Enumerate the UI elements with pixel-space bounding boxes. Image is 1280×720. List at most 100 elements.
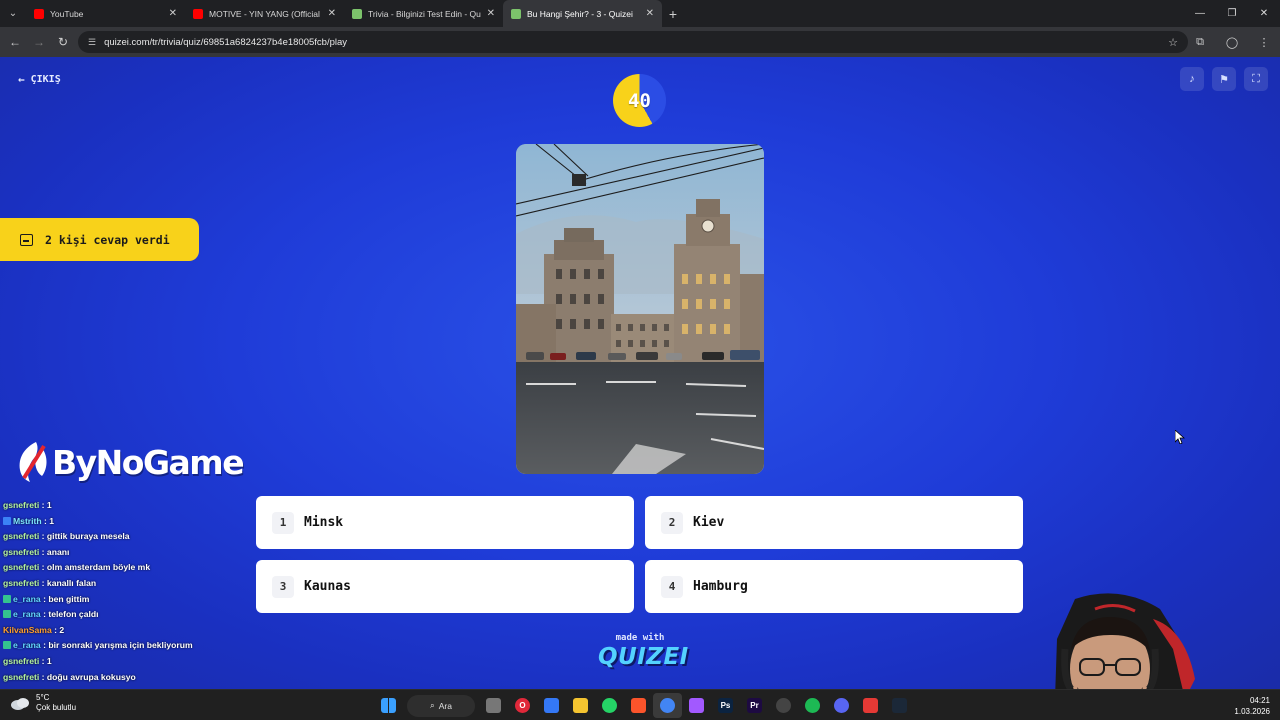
answer-option-2[interactable]: 2 Kiev <box>645 496 1023 549</box>
close-tab-icon[interactable]: ✕ <box>646 8 654 19</box>
chrome-icon-glyph <box>660 698 675 713</box>
inbox-icon <box>20 233 33 246</box>
url-bar[interactable]: ☰ quizei.com/tr/trivia/quiz/69851a682423… <box>78 31 1188 53</box>
chat-text: : bir sonraki yarışma için bekliyorum <box>40 640 193 651</box>
weather-widget[interactable]: 5°C Çok bulutlu <box>10 693 76 713</box>
answer-number: 4 <box>661 575 683 598</box>
chat-message: gsnefreti : kanallı falan <box>3 576 243 592</box>
chat-badge-icon <box>3 516 11 525</box>
tab-motive[interactable]: MOTIVE - YIN YANG (Official M ✕ <box>185 0 344 27</box>
bolt-icon[interactable] <box>856 693 885 718</box>
extensions-icon[interactable]: ⧉ <box>1184 27 1216 57</box>
fullscreen-icon[interactable]: ⛶ <box>1244 67 1268 91</box>
opera-icon[interactable]: O <box>508 693 537 718</box>
reload-icon[interactable]: ↻ <box>51 27 75 57</box>
chat-message: gsnefreti : gittik buraya mesela <box>3 529 243 545</box>
folder-icon-glyph <box>573 698 588 713</box>
file-manager-icon-glyph <box>486 698 501 713</box>
chat-username: gsnefreti <box>3 531 40 542</box>
bookmark-star-icon[interactable]: ☆ <box>1168 36 1178 49</box>
chat-message: gsnefreti : olm amsterdam böyle mk <box>3 560 243 576</box>
restore-icon[interactable]: ❐ <box>1216 0 1248 27</box>
windows-start-icon[interactable] <box>374 693 403 718</box>
flag-icon[interactable]: ⚑ <box>1212 67 1236 91</box>
tab-youtube[interactable]: YouTube ✕ <box>26 0 185 27</box>
whatsapp-icon-glyph <box>602 698 617 713</box>
site-info-icon[interactable]: ☰ <box>88 37 96 48</box>
spotify-icon[interactable] <box>798 693 827 718</box>
exit-button[interactable]: ← ÇIKIŞ <box>18 73 61 86</box>
minimize-icon[interactable]: — <box>1184 0 1216 27</box>
close-window-icon[interactable]: ✕ <box>1248 0 1280 27</box>
tab-title: Trivia - Bilginizi Test Edin - Qui <box>368 8 481 19</box>
tab-quiz-active[interactable]: Bu Hangi Şehir? - 3 - Quizei ✕ <box>503 0 662 27</box>
arrow-left-icon: ← <box>18 73 25 86</box>
close-tab-icon[interactable]: ✕ <box>169 8 177 19</box>
profile-icon[interactable]: ◯ <box>1216 27 1248 57</box>
url-text: quizei.com/tr/trivia/quiz/69851a6824237b… <box>104 36 348 48</box>
whatsapp-icon[interactable] <box>595 693 624 718</box>
toolbar-buttons: ⧉ ◯ ⋮ <box>1184 27 1280 57</box>
chat-username: gsnefreti <box>3 577 40 588</box>
answer-number: 1 <box>272 511 294 534</box>
cloud-icon <box>11 698 29 710</box>
tab-search-icon[interactable]: ⌄ <box>0 0 26 27</box>
obs-icon-glyph <box>776 698 791 713</box>
chat-message: gsnefreti : 1 <box>3 654 243 670</box>
chat-username: e_rana <box>13 609 41 620</box>
obs-icon[interactable] <box>769 693 798 718</box>
system-clock[interactable]: 04:21 1.03.2026 <box>1234 695 1270 717</box>
photoshop-icon[interactable]: Ps <box>711 693 740 718</box>
tab-trivia[interactable]: Trivia - Bilginizi Test Edin - Qui ✕ <box>344 0 503 27</box>
chat-text: : gittik buraya mesela <box>39 531 130 542</box>
quiz-tools: ♪ ⚑ ⛶ <box>1180 67 1268 91</box>
browser-tab-bar: ⌄ YouTube ✕ MOTIVE - YIN YANG (Official … <box>0 0 1280 27</box>
made-with-quizei[interactable]: made with QUIZEI <box>598 633 688 670</box>
countdown-timer: 40 <box>613 74 666 127</box>
premiere-icon-glyph: Pr <box>747 698 762 713</box>
chat-message: KilvanSama : 2 <box>3 623 243 639</box>
search-label: Ara <box>438 700 452 711</box>
close-tab-icon[interactable]: ✕ <box>487 8 495 19</box>
search-icon: ⌕ <box>430 700 435 710</box>
chrome-icon[interactable] <box>653 693 682 718</box>
quizei-favicon-icon <box>511 8 521 19</box>
answer-option-3[interactable]: 3 Kaunas <box>256 560 634 613</box>
back-icon[interactable]: ← <box>3 27 27 57</box>
chat-username: KilvanSama <box>3 624 52 635</box>
timer-value: 40 <box>628 89 651 112</box>
new-tab-button[interactable]: + <box>662 6 684 22</box>
answer-text: Hamburg <box>693 579 748 594</box>
menu-kebab-icon[interactable]: ⋮ <box>1248 27 1280 57</box>
chat-username: gsnefreti <box>3 500 40 510</box>
bynogame-mark-icon <box>19 442 47 482</box>
chat-username: gsnefreti <box>3 671 40 682</box>
bynogame-logo: ByNoGame <box>14 440 245 484</box>
answer-text: Kaunas <box>304 579 351 594</box>
close-tab-icon[interactable]: ✕ <box>328 8 336 19</box>
forward-icon[interactable]: → <box>27 27 51 57</box>
bolt-icon-glyph <box>863 698 878 713</box>
taskbar-search[interactable]: ⌕ Ara <box>407 694 475 717</box>
youtube-favicon-icon <box>34 8 44 19</box>
answer-option-1[interactable]: 1 Minsk <box>256 496 634 549</box>
sound-icon[interactable]: ♪ <box>1180 67 1204 91</box>
folder-icon[interactable] <box>566 693 595 718</box>
figma-icon[interactable] <box>682 693 711 718</box>
answer-option-4[interactable]: 4 Hamburg <box>645 560 1023 613</box>
chat-username: Mstrith <box>13 515 42 526</box>
chat-message: e_rana : telefon çaldı <box>3 607 243 623</box>
store-icon[interactable] <box>537 693 566 718</box>
taskbar-apps: ⌕ Ara O Ps Pr <box>374 693 914 718</box>
brave-icon[interactable] <box>624 693 653 718</box>
chat-username: gsnefreti <box>3 655 40 666</box>
discord-icon[interactable] <box>827 693 856 718</box>
mouse-cursor-icon <box>1174 429 1186 449</box>
premiere-icon[interactable]: Pr <box>740 693 769 718</box>
chat-text: : doğu avrupa kokusyo <box>39 671 136 682</box>
photoshop-icon-glyph: Ps <box>718 698 733 713</box>
steam-icon[interactable] <box>885 693 914 718</box>
chat-message: gsnefreti : ananı <box>3 545 243 561</box>
made-with-label: made with <box>615 633 665 643</box>
file-manager-icon[interactable] <box>479 693 508 718</box>
